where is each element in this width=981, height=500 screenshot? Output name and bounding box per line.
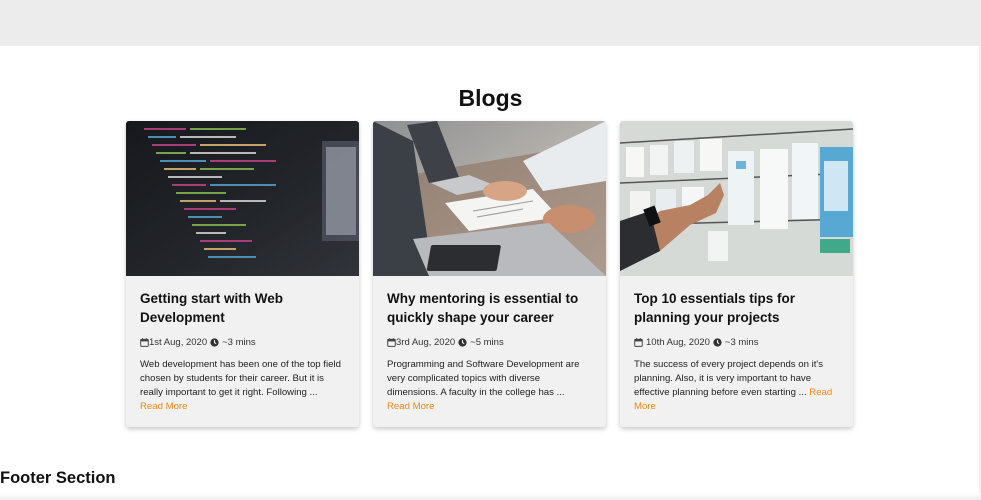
- blog-meta: 3rd Aug, 2020 ~5 mins: [387, 336, 593, 348]
- code-screen-photo[interactable]: [126, 121, 359, 276]
- top-navbar: [0, 0, 981, 46]
- blog-date: 10th Aug, 2020: [646, 336, 710, 348]
- read-more-link[interactable]: Read More: [387, 401, 434, 412]
- blog-excerpt: Web development has been one of the top …: [140, 359, 341, 412]
- blog-meta: 10th Aug, 2020 ~3 mins: [634, 336, 840, 348]
- calendar-icon: [140, 337, 149, 347]
- clock-icon: [210, 337, 219, 347]
- blog-read-time: ~3 mins: [724, 336, 759, 348]
- blogs-heading: Blogs: [458, 85, 523, 111]
- blog-title[interactable]: Top 10 essentials tips for planning your…: [634, 289, 840, 327]
- blog-date: 3rd Aug, 2020: [396, 336, 456, 348]
- blog-card[interactable]: Top 10 essentials tips for planning your…: [620, 121, 853, 427]
- blog-title[interactable]: Why mentoring is essential to quickly sh…: [387, 289, 593, 327]
- read-more-link[interactable]: Read More: [140, 401, 187, 412]
- blog-excerpt: The success of every project depends on …: [634, 359, 833, 412]
- footer-divider: [0, 493, 981, 500]
- blog-date: 1st Aug, 2020: [149, 336, 208, 348]
- blog-read-time: ~5 mins: [470, 336, 504, 348]
- blog-meta: 1st Aug, 2020 ~3 mins: [140, 336, 346, 348]
- blog-excerpt: Programming and Software Development are…: [387, 359, 580, 412]
- clock-icon: [713, 337, 722, 347]
- footer-heading: Footer Section: [0, 469, 116, 487]
- calendar-icon: [634, 337, 643, 347]
- clock-icon: [458, 337, 467, 347]
- laptop-desk-photo[interactable]: [373, 121, 606, 276]
- planning-board-photo[interactable]: [620, 121, 853, 276]
- calendar-icon: [387, 337, 396, 347]
- blog-card[interactable]: Why mentoring is essential to quickly sh…: [373, 121, 606, 427]
- blog-title[interactable]: Getting start with Web Development: [140, 289, 346, 327]
- blog-read-time: ~3 mins: [222, 336, 256, 348]
- blog-card[interactable]: Getting start with Web Development 1st A…: [126, 121, 359, 427]
